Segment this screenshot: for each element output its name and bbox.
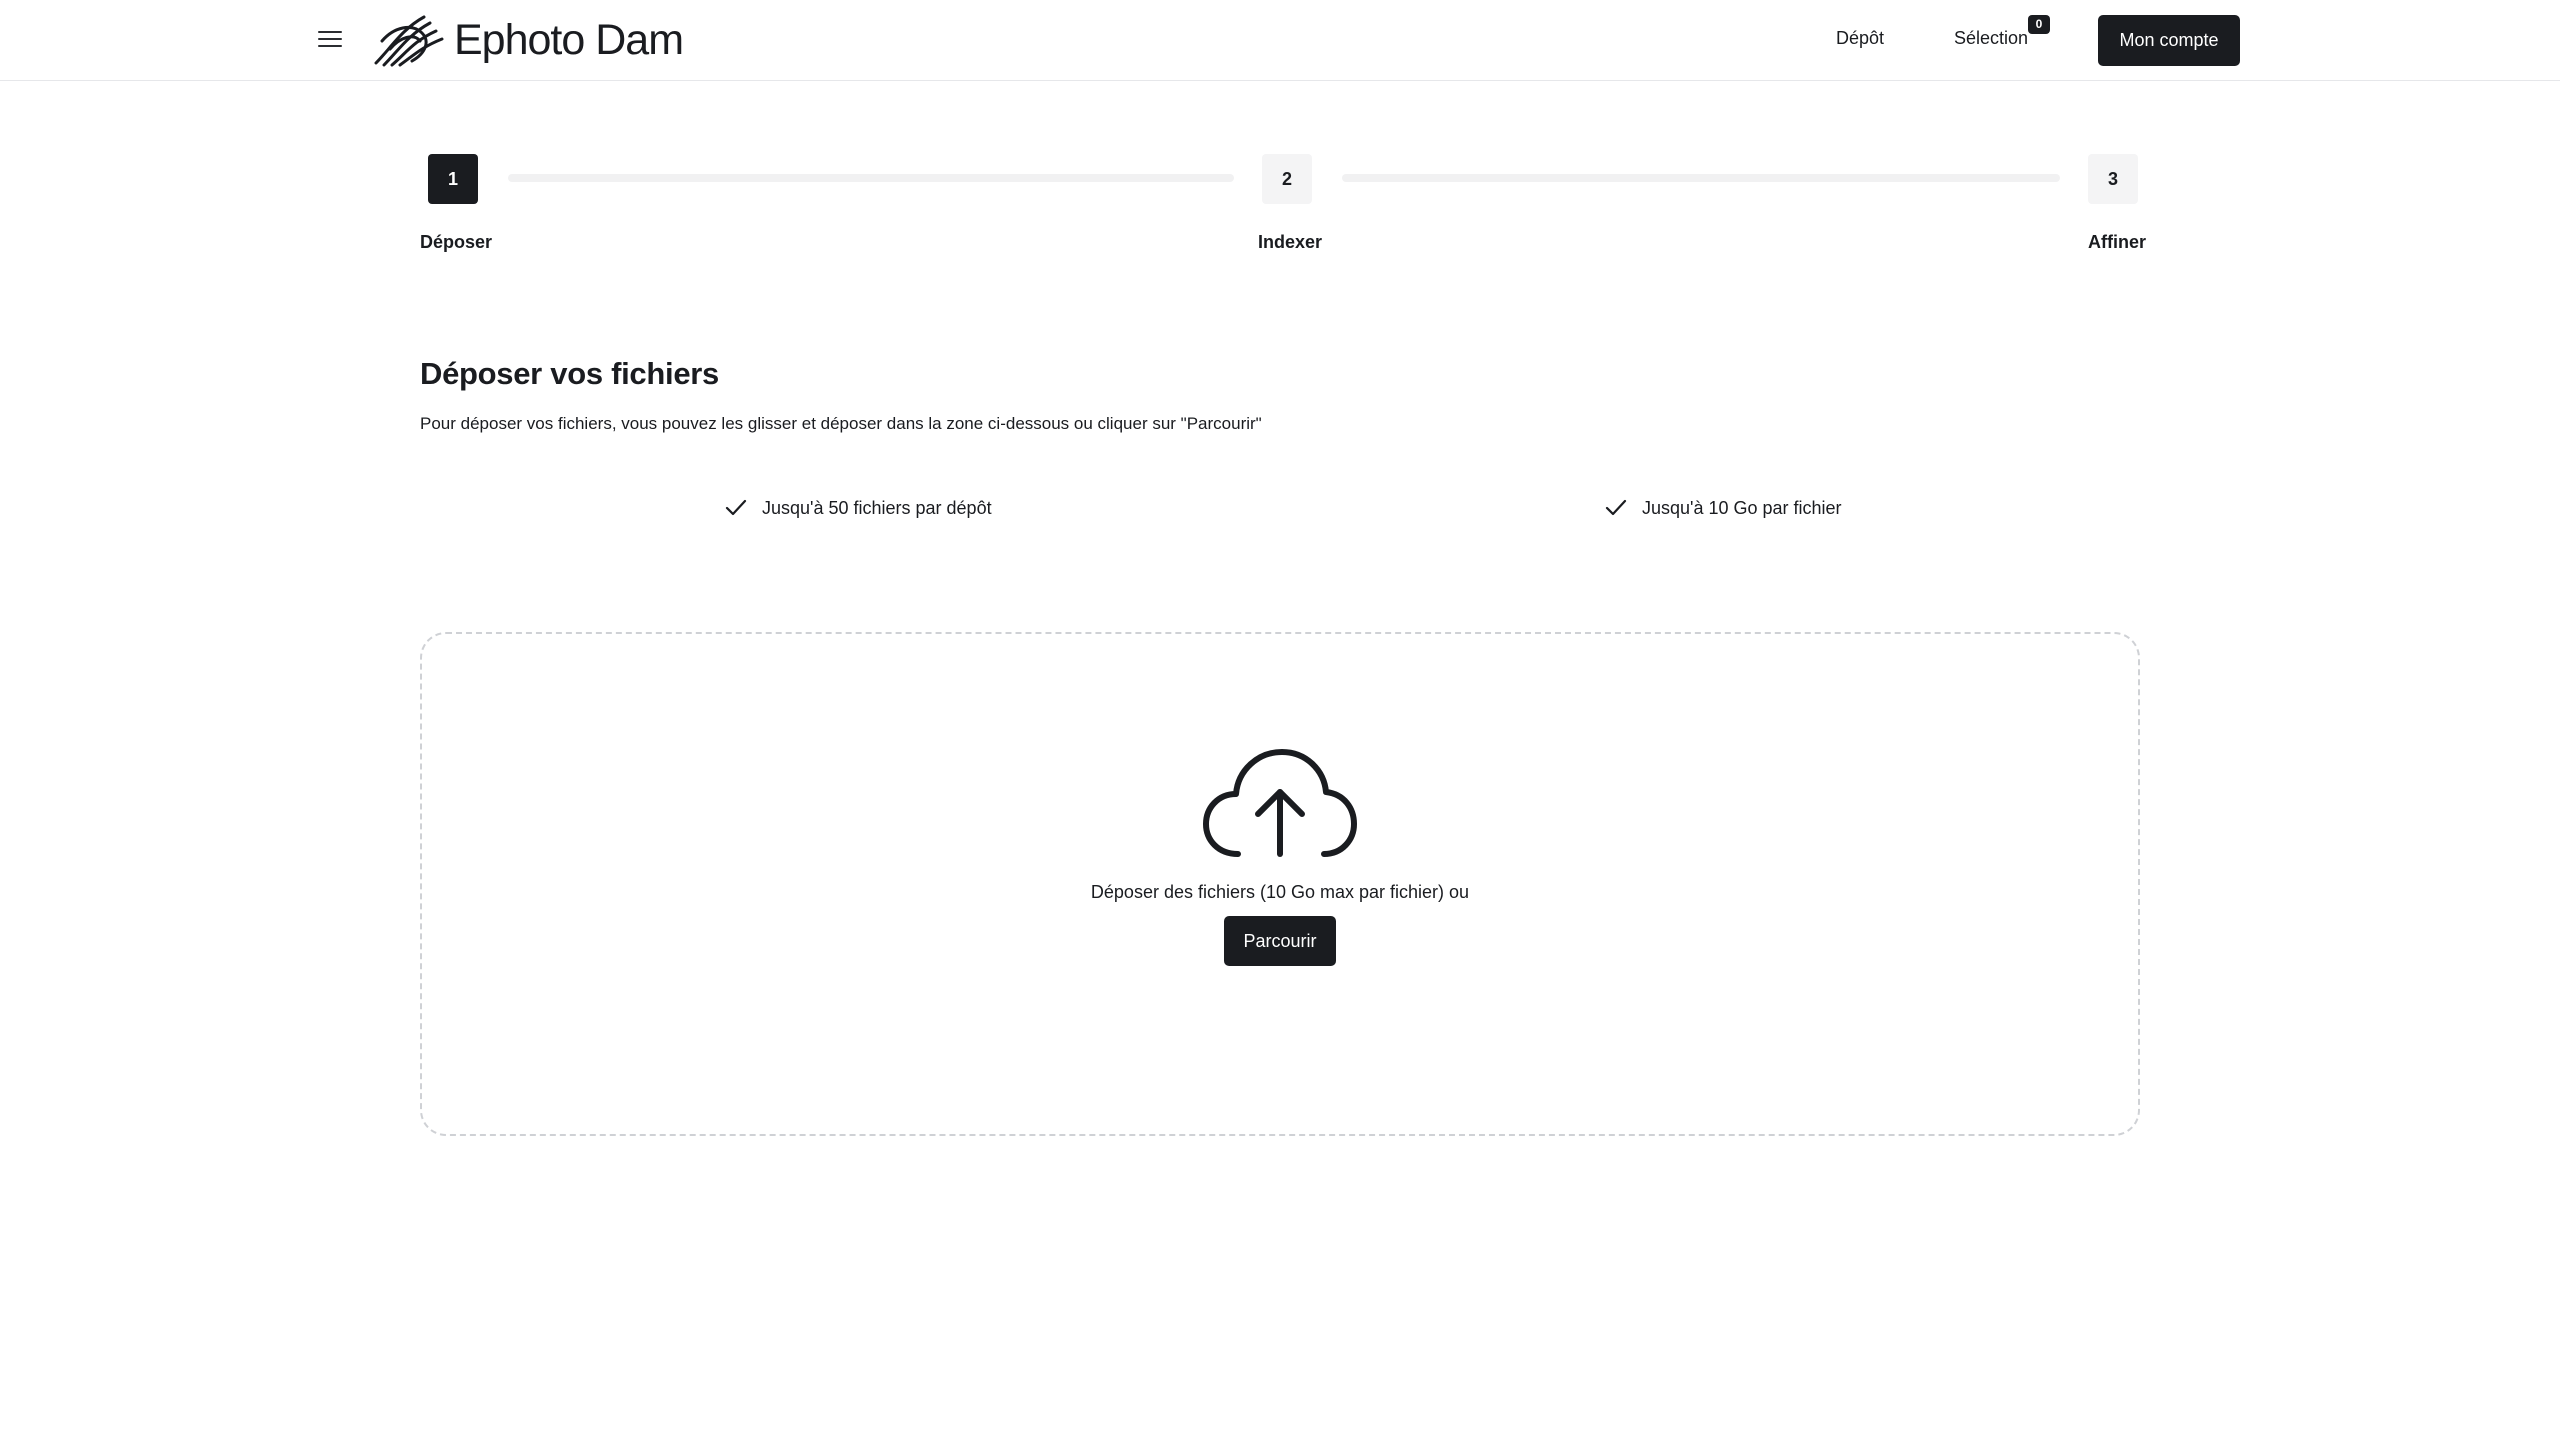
feature-max-files: Jusqu'à 50 fichiers par dépôt xyxy=(724,496,992,520)
selection-count-badge: 0 xyxy=(2028,15,2050,34)
check-icon xyxy=(725,499,747,516)
step-2-indicator: 2 xyxy=(1262,154,1312,204)
nav-selection-link[interactable]: Sélection xyxy=(1954,28,2028,49)
menu-icon[interactable] xyxy=(318,28,344,52)
logo-mark-icon xyxy=(374,15,444,67)
feature-max-size: Jusqu'à 10 Go par fichier xyxy=(1604,496,1842,520)
step-2-progress-track xyxy=(1342,174,2060,182)
cloud-upload-icon xyxy=(1203,749,1357,857)
nav-depot-link[interactable]: Dépôt xyxy=(1836,28,1884,49)
page-title: Déposer vos fichiers xyxy=(420,356,719,391)
browse-button[interactable]: Parcourir xyxy=(1224,916,1336,966)
top-header: Ephoto Dam Dépôt Sélection 0 Mon compte xyxy=(0,0,2560,81)
check-icon xyxy=(1605,499,1627,516)
feature-max-files-text: Jusqu'à 50 fichiers par dépôt xyxy=(762,497,992,518)
step-1-progress-track xyxy=(508,174,1234,182)
step-1-label: Déposer xyxy=(420,232,493,252)
brand-logo[interactable]: Ephoto Dam xyxy=(372,12,684,68)
step-3-indicator: 3 xyxy=(2088,154,2138,204)
intro-text: Pour déposer vos fichiers, vous pouvez l… xyxy=(420,414,1262,433)
step-2-label: Indexer xyxy=(1258,232,1323,252)
feature-max-size-text: Jusqu'à 10 Go par fichier xyxy=(1642,497,1842,518)
account-button[interactable]: Mon compte xyxy=(2098,15,2240,66)
step-1-indicator: 1 xyxy=(428,154,478,204)
dropzone-text: Déposer des fichiers (10 Go max par fich… xyxy=(1090,882,1470,902)
brand-name: Ephoto Dam xyxy=(454,15,684,64)
step-3-label: Affiner xyxy=(2088,232,2146,252)
